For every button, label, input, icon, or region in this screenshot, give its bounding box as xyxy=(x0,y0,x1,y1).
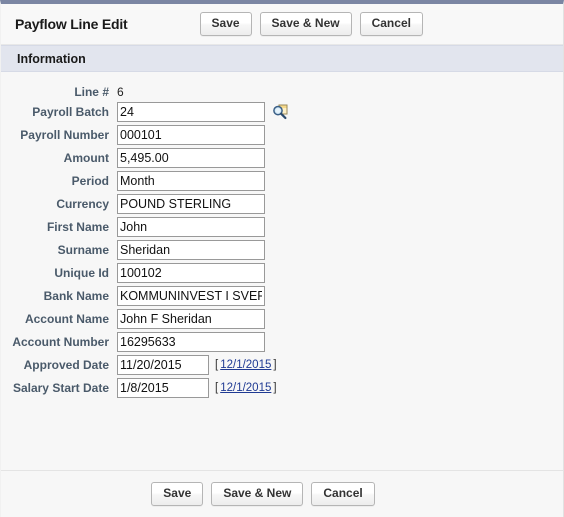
input-amount[interactable] xyxy=(117,148,265,168)
field-control-account-number xyxy=(117,332,563,352)
field-control-salary-start-date: [12/1/2015] xyxy=(117,378,563,398)
field-control-payroll-batch xyxy=(117,102,563,122)
field-value-approved-date: [12/1/2015] xyxy=(117,354,563,377)
input-surname[interactable] xyxy=(117,240,265,260)
field-control-approved-date: [12/1/2015] xyxy=(117,355,563,375)
field-label-payroll-number: Payroll Number xyxy=(20,128,109,142)
input-period[interactable] xyxy=(117,171,265,191)
readonly-value-line: 6 xyxy=(117,85,124,99)
today-link-wrap-salary-start-date: [12/1/2015] xyxy=(215,382,277,394)
field-value-surname xyxy=(117,239,563,262)
field-control-period xyxy=(117,171,563,191)
field-value-amount xyxy=(117,147,563,170)
bracket-right: ] xyxy=(273,359,277,371)
field-control-account-name xyxy=(117,309,563,329)
save-button[interactable]: Save xyxy=(199,12,252,36)
field-label-account-name: Account Name xyxy=(24,312,109,326)
field-control-amount xyxy=(117,148,563,168)
field-row-amount: Amount xyxy=(1,147,563,170)
field-value-account-name xyxy=(117,308,563,331)
input-payroll-number[interactable] xyxy=(117,125,265,145)
save-button-bottom[interactable]: Save xyxy=(151,482,204,506)
bracket-right: ] xyxy=(273,382,277,394)
field-label-currency: Currency xyxy=(56,197,109,211)
field-value-currency xyxy=(117,193,563,216)
today-date-link-approved-date[interactable]: 12/1/2015 xyxy=(218,359,273,371)
field-row-account-number: Account Number xyxy=(1,331,563,354)
header-button-group: Save Save & New Cancel xyxy=(199,12,423,36)
payflow-line-edit-page: Payflow Line Edit Save Save & New Cancel I… xyxy=(0,0,564,517)
field-value-period xyxy=(117,170,563,193)
input-salary-start-date[interactable] xyxy=(117,378,209,398)
lookup-search-icon-payroll-batch[interactable] xyxy=(271,103,289,121)
save-and-new-button[interactable]: Save & New xyxy=(259,12,352,36)
field-row-period: Period xyxy=(1,170,563,193)
input-payroll-batch[interactable] xyxy=(117,102,265,122)
field-row-bank-name: Bank Name xyxy=(1,285,563,308)
field-label-surname: Surname xyxy=(57,243,109,257)
input-bank-name[interactable] xyxy=(117,286,265,306)
field-row-surname: Surname xyxy=(1,239,563,262)
today-link-wrap-approved-date: [12/1/2015] xyxy=(215,359,277,371)
cancel-button[interactable]: Cancel xyxy=(359,12,423,36)
field-control-surname xyxy=(117,240,563,260)
field-label-first-name: First Name xyxy=(46,220,109,234)
input-currency[interactable] xyxy=(117,194,265,214)
field-row-currency: Currency xyxy=(1,193,563,216)
section-title: Information xyxy=(17,51,86,66)
field-control-payroll-number xyxy=(117,125,563,145)
field-table-body: Line # 6 Payroll Batch Payroll Number Amount… xyxy=(1,81,563,400)
input-unique-id[interactable] xyxy=(117,263,265,283)
cancel-button-bottom[interactable]: Cancel xyxy=(311,482,375,506)
field-label-period: Period xyxy=(71,174,109,188)
field-row-payroll-number: Payroll Number xyxy=(1,124,563,147)
field-row-approved-date: Approved Date [12/1/2015] xyxy=(1,354,563,377)
information-section-header: Information xyxy=(1,45,563,72)
field-value-first-name xyxy=(117,216,563,239)
field-label-amount: Amount xyxy=(63,151,109,165)
footer-button-group: Save Save & New Cancel xyxy=(1,470,563,517)
field-row-unique-id: Unique Id xyxy=(1,262,563,285)
field-label-approved-date: Approved Date xyxy=(23,358,109,372)
today-date-link-salary-start-date[interactable]: 12/1/2015 xyxy=(218,382,273,394)
page-header: Payflow Line Edit Save Save & New Cancel xyxy=(1,4,563,45)
input-account-number[interactable] xyxy=(117,332,265,352)
field-row-first-name: First Name xyxy=(1,216,563,239)
field-row-salary-start-date: Salary Start Date [12/1/2015] xyxy=(1,377,563,400)
field-control-bank-name xyxy=(117,286,563,306)
field-control-currency xyxy=(117,194,563,214)
field-label-unique-id: Unique Id xyxy=(54,266,109,280)
form-area: Line # 6 Payroll Batch Payroll Number Amount… xyxy=(1,72,563,470)
field-label-payroll-batch: Payroll Batch xyxy=(32,105,109,119)
input-account-name[interactable] xyxy=(117,309,265,329)
field-row-payroll-batch: Payroll Batch xyxy=(1,101,563,124)
field-value-salary-start-date: [12/1/2015] xyxy=(117,377,563,400)
field-value-payroll-number xyxy=(117,124,563,147)
field-control-unique-id xyxy=(117,263,563,283)
field-label-salary-start-date: Salary Start Date xyxy=(12,381,109,395)
field-label-account-number: Account Number xyxy=(12,335,109,349)
save-and-new-button-bottom[interactable]: Save & New xyxy=(211,482,304,506)
field-value-unique-id xyxy=(117,262,563,285)
field-label-bank-name: Bank Name xyxy=(43,289,109,303)
input-first-name[interactable] xyxy=(117,217,265,237)
input-approved-date[interactable] xyxy=(117,355,209,375)
page-title: Payflow Line Edit xyxy=(15,16,128,32)
field-table: Line # 6 Payroll Batch Payroll Number Amount… xyxy=(1,81,563,400)
field-value-bank-name xyxy=(117,285,563,308)
field-value-account-number xyxy=(117,331,563,354)
field-value-line: 6 xyxy=(117,81,563,101)
field-label-line: Line # xyxy=(74,85,109,99)
field-row-account-name: Account Name xyxy=(1,308,563,331)
field-control-first-name xyxy=(117,217,563,237)
field-value-payroll-batch xyxy=(117,101,563,124)
field-row-line: Line # 6 xyxy=(1,81,563,101)
